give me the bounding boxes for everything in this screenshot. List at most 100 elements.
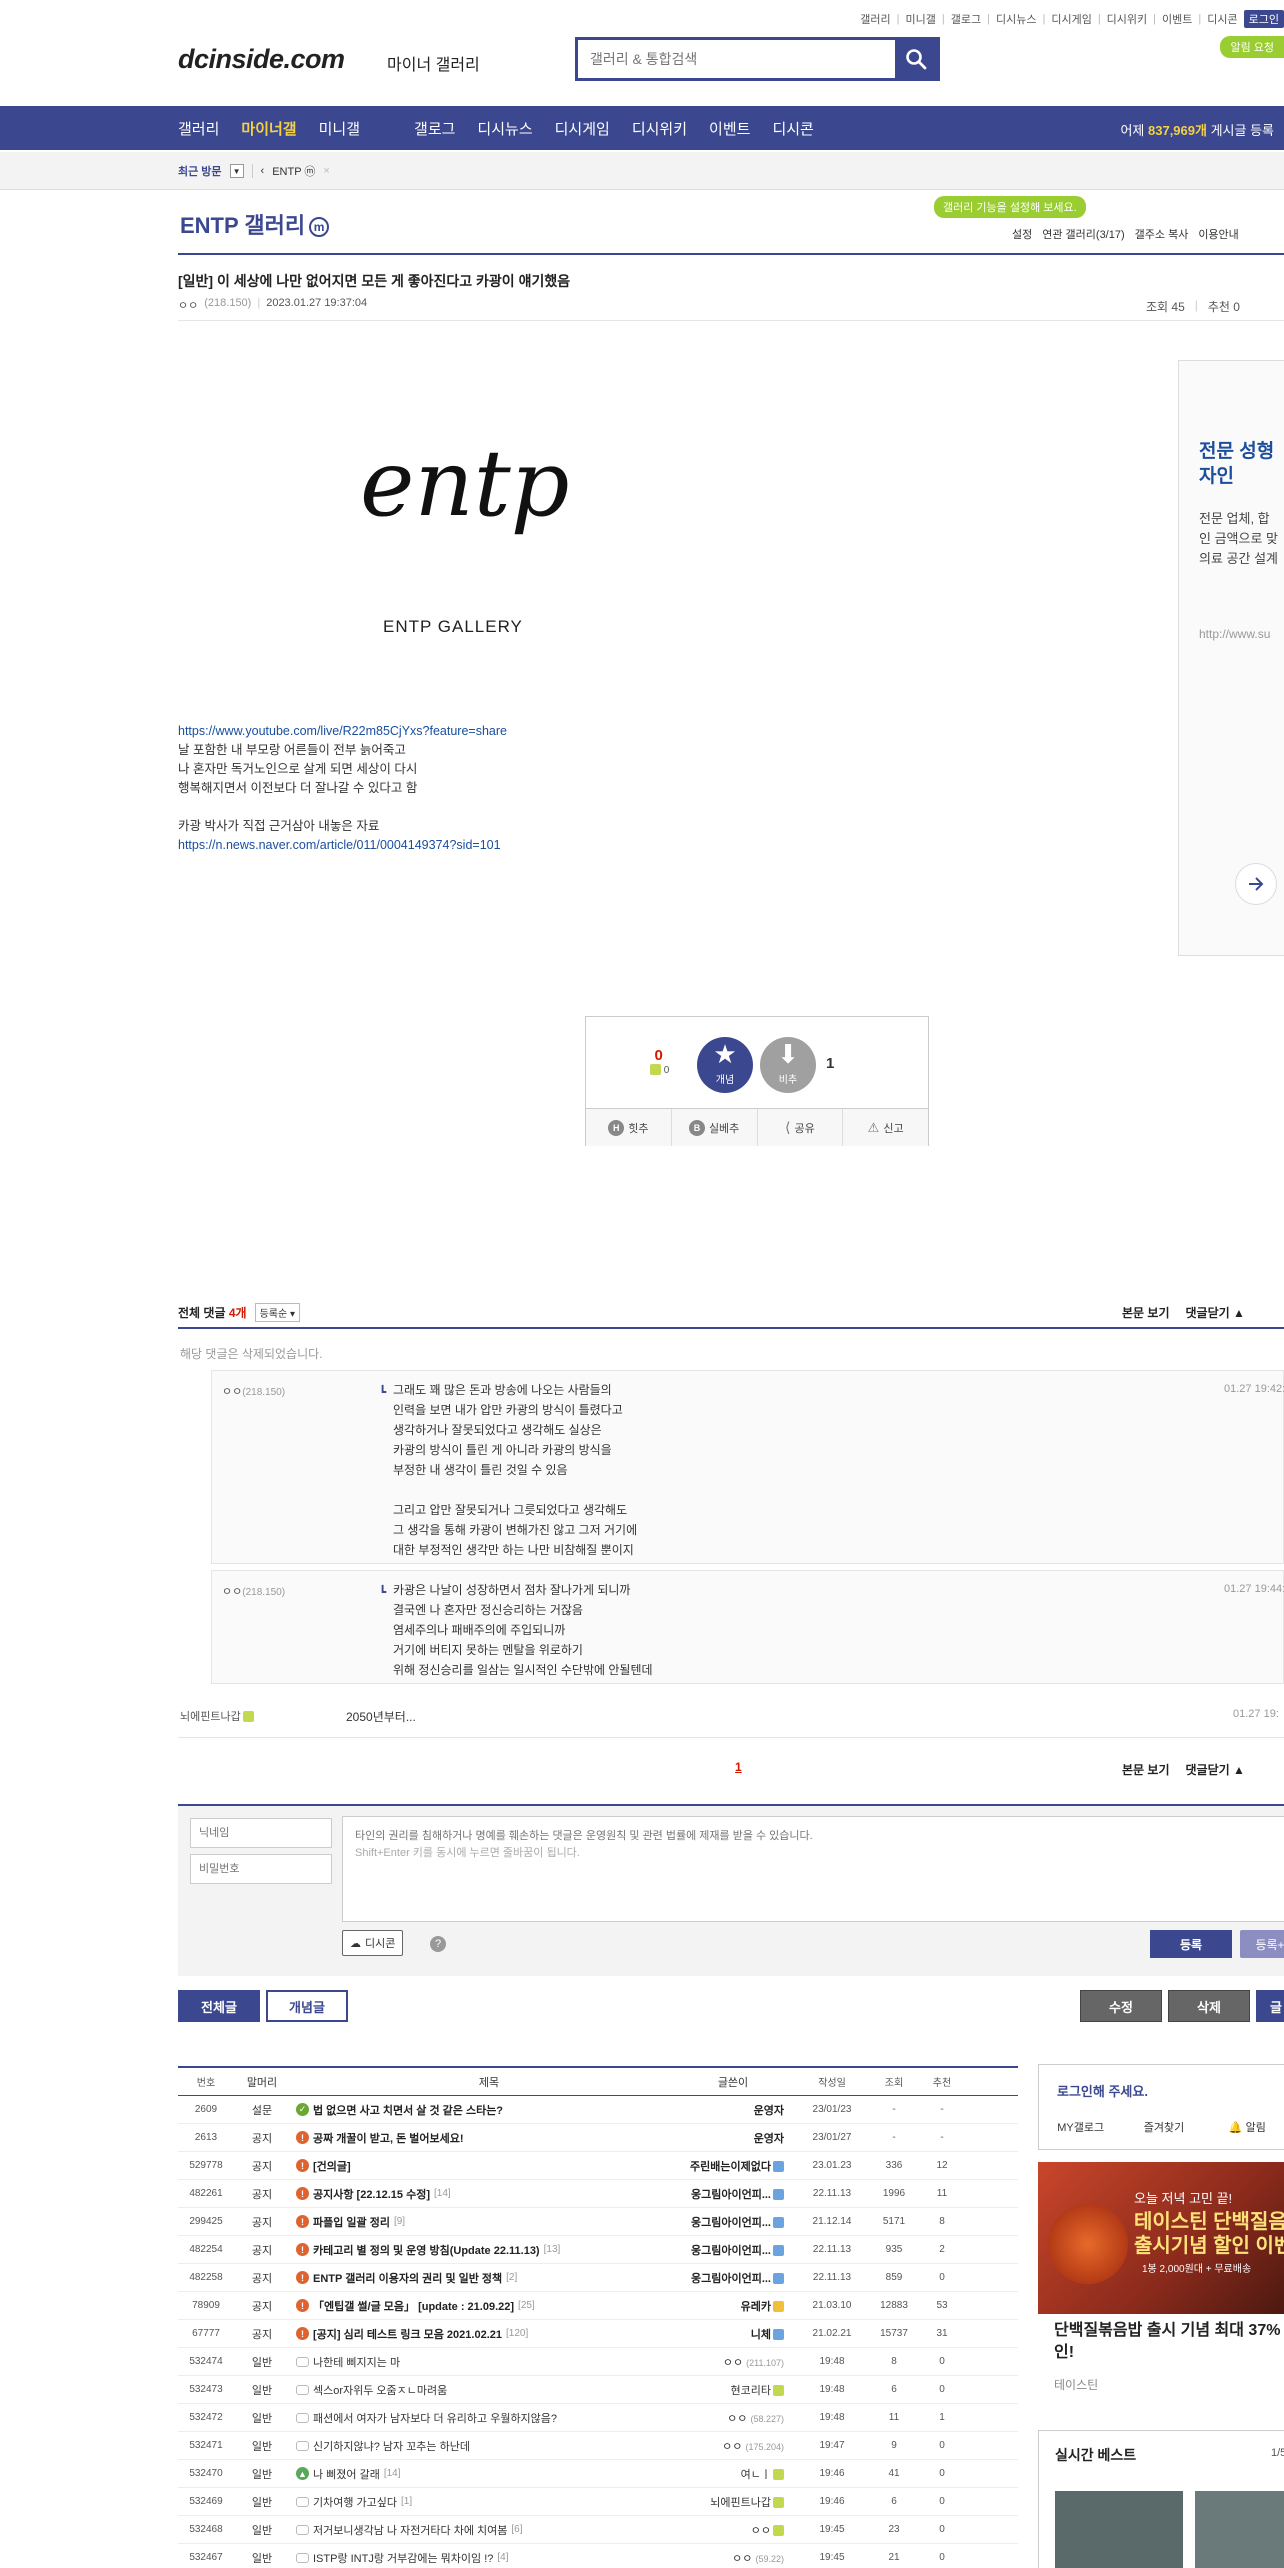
- post-writer[interactable]: ㅇㅇ: [682, 2522, 792, 2538]
- reply-count[interactable]: [1]: [401, 2496, 412, 2507]
- table-row[interactable]: 532474 일반 나한테 삐지지는 마 ㅇㅇ (211.107) 19:48 8 0: [178, 2348, 1018, 2376]
- best-thumbnail[interactable]: [1055, 2491, 1183, 2568]
- table-row[interactable]: 532471 일반 신기하지않냐? 남자 꼬추는 하난데 ㅇㅇ (175.204) 19…: [178, 2432, 1018, 2460]
- util-gallog-link[interactable]: 갤로그: [951, 11, 981, 27]
- post-writer[interactable]: 운영자: [682, 2130, 792, 2146]
- comment-sort-select[interactable]: 등록순 ▾: [254, 1303, 300, 1322]
- chevron-left-icon[interactable]: ‹: [261, 165, 265, 177]
- post-writer[interactable]: 뇌에핀트나갑: [682, 2494, 792, 2510]
- gallery-title[interactable]: ENTP 갤러리 m: [180, 208, 330, 240]
- post-subject[interactable]: ! 카테고리 별 정의 및 운영 방침(Update 22.11.13) [13]: [290, 2242, 682, 2258]
- my-gallog-link[interactable]: MY갤로그: [1039, 2119, 1122, 2135]
- reply-count[interactable]: [25]: [518, 2300, 535, 2311]
- post-subject[interactable]: 섹스or자위두 오줌ㅈㄴ마려움: [290, 2382, 682, 2398]
- reply-count[interactable]: [13]: [544, 2244, 561, 2255]
- reply-count[interactable]: [6]: [511, 2524, 522, 2535]
- util-gallery-link[interactable]: 갤러리: [860, 11, 890, 27]
- post-subject[interactable]: ▲ 나 삐졌어 갈래 [14]: [290, 2466, 682, 2482]
- table-row[interactable]: 299425 공지 ! 파플입 일괄 정리 [9] 웅그림아이언피... 21.12.14 5…: [178, 2208, 1018, 2236]
- post-writer[interactable]: 웅그림아이언피...: [682, 2214, 792, 2230]
- best-thumbnail[interactable]: [1195, 2491, 1284, 2568]
- post-subject[interactable]: 패션에서 여자가 남자보다 더 유리하고 우월하지않음?: [290, 2410, 682, 2426]
- nav-dcgame[interactable]: 디시게임: [555, 118, 610, 139]
- upvote-button[interactable]: ★ 개념: [697, 1037, 753, 1093]
- table-row[interactable]: 532469 일반 기차여행 가고싶다 [1] 뇌에핀트나갑 19:46 6 0: [178, 2488, 1018, 2516]
- reply-count[interactable]: [120]: [506, 2328, 528, 2339]
- post-writer[interactable]: 운영자: [682, 2102, 792, 2118]
- post-subject[interactable]: ! 공지사항 [22.12.15 수정] [14]: [290, 2186, 682, 2202]
- downvote-button[interactable]: ⬇ 비추: [760, 1037, 816, 1093]
- copy-address-link[interactable]: 갤주소 복사: [1135, 226, 1189, 242]
- related-gallery-link[interactable]: 연관 갤러리(3/17): [1042, 226, 1124, 242]
- view-body-link[interactable]: 본문 보기: [1122, 1304, 1170, 1321]
- nickname-input[interactable]: [190, 1818, 332, 1848]
- post-subject[interactable]: 나한테 삐지지는 마: [290, 2354, 682, 2370]
- comment-author[interactable]: 뇌에핀트나갑: [180, 1708, 254, 1724]
- post-writer[interactable]: ㅇㅇ (175.204): [682, 2438, 792, 2454]
- comment-page-1[interactable]: 1: [735, 1760, 742, 1774]
- util-wiki-link[interactable]: 디시위키: [1107, 11, 1147, 27]
- chevron-down-icon[interactable]: ▼: [229, 164, 244, 178]
- nav-gallery[interactable]: 갤러리: [178, 118, 219, 139]
- nav-minor-gallery[interactable]: 마이너갤: [241, 118, 296, 139]
- post-subject[interactable]: ✓ 법 없으면 사고 치면서 살 것 같은 스타는?: [290, 2102, 682, 2118]
- post-author[interactable]: ㅇㅇ: [178, 297, 198, 313]
- nav-gallog[interactable]: 갤로그: [414, 118, 455, 139]
- post-writer[interactable]: 현코리타: [682, 2382, 792, 2398]
- post-subject[interactable]: ! 공짜 개꿀이 받고, 돈 벌어보세요!: [290, 2130, 682, 2146]
- login-button[interactable]: 로그인: [1243, 10, 1284, 28]
- table-row[interactable]: 2609 설문 ✓ 법 없으면 사고 치면서 살 것 같은 스타는? 운영자 23/01/…: [178, 2096, 1018, 2124]
- comment-author[interactable]: ㅇㅇ(218.150): [222, 1583, 285, 1599]
- best-recommend-button[interactable]: B 실베추: [672, 1109, 758, 1146]
- post-writer[interactable]: 주린배는이제없다: [682, 2158, 792, 2174]
- post-subject[interactable]: 기차여행 가고싶다 [1]: [290, 2494, 682, 2510]
- post-subject[interactable]: ! 「엔팁갤 썰/글 모음」 [update : 21.09.22] [25]: [290, 2298, 682, 2314]
- reply-count[interactable]: [14]: [384, 2468, 401, 2479]
- delete-button[interactable]: 삭제: [1168, 1990, 1250, 2022]
- post-subject[interactable]: ISTP랑 INTJ랑 거부감에는 뭐차이임 !? [4]: [290, 2550, 682, 2566]
- arrow-right-icon[interactable]: [1235, 863, 1277, 905]
- post-writer[interactable]: 웅그림아이언피...: [682, 2270, 792, 2286]
- table-row[interactable]: 78909 공지 ! 「엔팁갤 썰/글 모음」 [update : 21.09.22]…: [178, 2292, 1018, 2320]
- recommended-posts-button[interactable]: 개념글: [266, 1990, 348, 2022]
- recent-visit-entp[interactable]: ENTP ⓜ: [272, 163, 315, 179]
- post-writer[interactable]: ㅇㅇ (59.22): [682, 2550, 792, 2566]
- post-subject[interactable]: 저거보니생각남 나 자전거타다 차에 치여봄 [6]: [290, 2522, 682, 2538]
- comment-author[interactable]: ㅇㅇ(218.150): [222, 1383, 285, 1399]
- table-row[interactable]: 532468 일반 저거보니생각남 나 자전거타다 차에 치여봄 [6] ㅇㅇ 19:45…: [178, 2516, 1018, 2544]
- alert-pill[interactable]: 알림 요청: [1220, 36, 1284, 58]
- password-input[interactable]: [190, 1854, 332, 1884]
- youtube-link[interactable]: https://www.youtube.com/live/R22m85CjYxs…: [178, 724, 507, 738]
- comment-textarea[interactable]: [342, 1816, 1284, 1922]
- table-row[interactable]: 532467 일반 ISTP랑 INTJ랑 거부감에는 뭐차이임 !? [4] ㅇㅇ (…: [178, 2544, 1018, 2568]
- nav-dcwiki[interactable]: 디시위키: [632, 118, 687, 139]
- post-writer[interactable]: 니체: [682, 2326, 792, 2342]
- dccon-button[interactable]: ☁ 디시콘: [342, 1930, 404, 1956]
- report-button[interactable]: ⚠ 신고: [843, 1109, 928, 1146]
- post-writer[interactable]: ㅇㅇ (58.227): [682, 2410, 792, 2426]
- favorites-link[interactable]: 즐겨찾기: [1122, 2119, 1205, 2135]
- nav-dccon[interactable]: 디시콘: [772, 118, 813, 139]
- table-row[interactable]: 532470 일반 ▲ 나 삐졌어 갈래 [14] 여ㄴㅣ 19:46 41 0: [178, 2460, 1018, 2488]
- share-button[interactable]: ⟨ 공유: [758, 1109, 844, 1146]
- util-news-link[interactable]: 디시뉴스: [996, 11, 1036, 27]
- table-row[interactable]: 529778 공지 ! [건의글] 주린배는이제없다 23.01.23 336 12: [178, 2152, 1018, 2180]
- site-logo[interactable]: dcinside.com: [178, 44, 345, 75]
- sidebar-ad-caption[interactable]: 단백질볶음밥 출시 기념 최대 37% 인!: [1054, 2320, 1284, 2364]
- post-writer[interactable]: 웅그림아이언피...: [682, 2242, 792, 2258]
- table-row[interactable]: 482254 공지 ! 카테고리 별 정의 및 운영 방침(Update 22.11.…: [178, 2236, 1018, 2264]
- post-subject[interactable]: ! 파플입 일괄 정리 [9]: [290, 2214, 682, 2230]
- submit-comment-button[interactable]: 등록: [1150, 1930, 1232, 1958]
- search-button[interactable]: [895, 40, 937, 78]
- nav-mini-gallery[interactable]: 미니갤: [319, 118, 360, 139]
- post-writer[interactable]: 여ㄴㅣ: [682, 2466, 792, 2482]
- post-subject[interactable]: ! [공지] 심리 테스트 링크 모음 2021.02.21 [120]: [290, 2326, 682, 2342]
- table-row[interactable]: 67777 공지 ! [공지] 심리 테스트 링크 모음 2021.02.21 [120…: [178, 2320, 1018, 2348]
- reply-count[interactable]: [9]: [394, 2216, 405, 2227]
- close-comments-link-bottom[interactable]: 댓글닫기 ▲: [1186, 1761, 1245, 1778]
- reply-count[interactable]: [4]: [497, 2552, 508, 2563]
- post-writer[interactable]: 유레카: [682, 2298, 792, 2314]
- hit-recommend-button[interactable]: H 힛추: [586, 1109, 672, 1146]
- table-row[interactable]: 482258 공지 ! ENTP 갤러리 이용자의 권리 및 일반 정책 [2] 웅그림아…: [178, 2264, 1018, 2292]
- write-button[interactable]: 글: [1256, 1990, 1284, 2022]
